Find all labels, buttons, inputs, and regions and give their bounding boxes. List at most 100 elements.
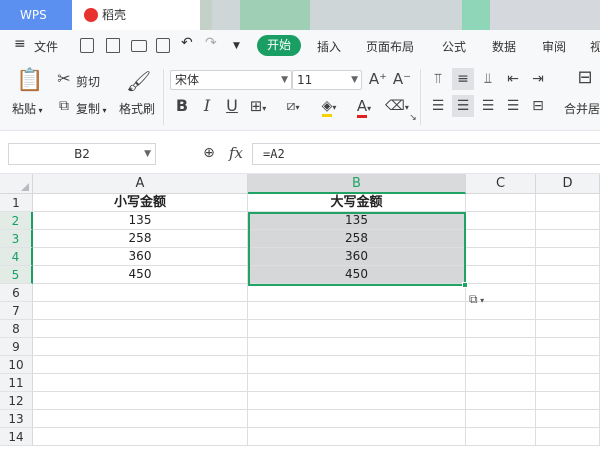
column-header-d[interactable]: D <box>536 174 600 194</box>
align-left-icon[interactable]: ☰ <box>428 97 448 115</box>
cell-a7[interactable] <box>33 302 248 320</box>
borders-icon[interactable]: ⊞▾ <box>248 97 268 118</box>
cell-b3[interactable]: 258 <box>248 230 466 248</box>
column-header-a[interactable]: A <box>33 174 248 194</box>
decrease-font-icon[interactable]: A⁻ <box>392 70 412 88</box>
cell-c9[interactable] <box>466 338 536 356</box>
cell-b13[interactable] <box>248 410 466 428</box>
row-header-10[interactable]: 10 <box>0 356 33 374</box>
tab-page-layout[interactable]: 页面布局 <box>366 38 414 55</box>
tab-wps[interactable]: WPS <box>0 0 72 30</box>
tab-view[interactable]: 视 <box>590 38 600 55</box>
cell-b8[interactable] <box>248 320 466 338</box>
cell-d3[interactable] <box>536 230 600 248</box>
cell-d13[interactable] <box>536 410 600 428</box>
align-center-icon[interactable]: ☰ <box>452 95 474 117</box>
cell-a11[interactable] <box>33 374 248 392</box>
copy-icon[interactable]: ⧉ <box>55 97 73 115</box>
cell-d10[interactable] <box>536 356 600 374</box>
cell-a8[interactable] <box>33 320 248 338</box>
cell-b1[interactable]: 大写金额 <box>248 194 466 212</box>
menu-file[interactable]: 文件 <box>34 38 58 55</box>
cell-d5[interactable] <box>536 266 600 284</box>
zoom-lookup-icon[interactable]: ⊕ <box>200 144 218 162</box>
distributed-align-icon[interactable]: ⊟ <box>528 97 548 115</box>
paste-options-button[interactable]: ⧉ ▾ <box>469 292 499 310</box>
cell-b6[interactable] <box>248 284 466 302</box>
justify-icon[interactable]: ☰ <box>503 97 523 115</box>
name-box[interactable]: B2 ▼ <box>8 143 156 165</box>
cell-c11[interactable] <box>466 374 536 392</box>
cell-c1[interactable] <box>466 194 536 212</box>
column-header-b[interactable]: B <box>248 174 466 194</box>
undo-icon[interactable]: ↶ <box>181 35 193 51</box>
row-header-7[interactable]: 7 <box>0 302 33 320</box>
cell-c8[interactable] <box>466 320 536 338</box>
cell-a2[interactable]: 135 <box>33 212 248 230</box>
cell-b14[interactable] <box>248 428 466 446</box>
row-header-9[interactable]: 9 <box>0 338 33 356</box>
font-name-select[interactable]: 宋体 ▼ <box>170 70 292 90</box>
copy-button[interactable]: 复制 ▾ <box>76 100 107 117</box>
cell-b2[interactable]: 135 <box>248 212 466 230</box>
cell-d11[interactable] <box>536 374 600 392</box>
cell-d8[interactable] <box>536 320 600 338</box>
quick-access-dropdown-icon[interactable]: ▼ <box>233 41 240 51</box>
fill-color-icon[interactable]: ◈▾ <box>316 97 342 117</box>
cell-d6[interactable] <box>536 284 600 302</box>
cell-d4[interactable] <box>536 248 600 266</box>
row-header-8[interactable]: 8 <box>0 320 33 338</box>
cell-a6[interactable] <box>33 284 248 302</box>
clear-format-icon[interactable]: ⌫▾ <box>385 97 409 117</box>
tab-daoke[interactable]: 稻壳 <box>72 0 200 30</box>
tab-data[interactable]: 数据 <box>492 38 516 55</box>
cell-b9[interactable] <box>248 338 466 356</box>
select-all-corner[interactable] <box>0 174 33 194</box>
italic-icon[interactable]: I <box>199 97 215 115</box>
cell-a5[interactable]: 450 <box>33 266 248 284</box>
cell-b10[interactable] <box>248 356 466 374</box>
cell-b12[interactable] <box>248 392 466 410</box>
insert-function-icon[interactable]: fx <box>226 144 246 162</box>
tab-insert[interactable]: 插入 <box>317 38 341 55</box>
scissors-icon[interactable]: ✂ <box>55 70 73 88</box>
cell-d12[interactable] <box>536 392 600 410</box>
cell-a9[interactable] <box>33 338 248 356</box>
cell-d7[interactable] <box>536 302 600 320</box>
merge-center-icon[interactable]: ⊟ <box>572 69 598 87</box>
font-size-select[interactable]: 11 ▼ <box>292 70 362 90</box>
fill-handle[interactable] <box>462 282 468 288</box>
format-painter-button[interactable]: 格式刷 <box>119 100 155 117</box>
align-middle-icon[interactable]: ≡ <box>452 68 474 90</box>
align-top-icon[interactable]: ⫪ <box>428 70 448 88</box>
print-icon[interactable] <box>131 40 147 52</box>
cell-d14[interactable] <box>536 428 600 446</box>
cell-b7[interactable] <box>248 302 466 320</box>
column-header-c[interactable]: C <box>466 174 536 194</box>
format-painter-icon[interactable]: 🖌 <box>126 67 151 95</box>
row-header-12[interactable]: 12 <box>0 392 33 410</box>
save-icon[interactable] <box>80 38 94 53</box>
cell-d1[interactable] <box>536 194 600 212</box>
decrease-indent-icon[interactable]: ⇤ <box>503 70 523 88</box>
cut-button[interactable]: 剪切 <box>76 73 100 90</box>
font-dialog-launcher-icon[interactable]: ↘ <box>408 109 418 127</box>
cell-a13[interactable] <box>33 410 248 428</box>
cell-c3[interactable] <box>466 230 536 248</box>
redo-icon[interactable]: ↷ <box>205 35 217 51</box>
cell-c4[interactable] <box>466 248 536 266</box>
cell-c10[interactable] <box>466 356 536 374</box>
cell-d9[interactable] <box>536 338 600 356</box>
export-icon[interactable] <box>106 38 120 53</box>
border-style-icon[interactable]: ⧄▾ <box>282 97 304 117</box>
cell-a3[interactable]: 258 <box>33 230 248 248</box>
cell-d2[interactable] <box>536 212 600 230</box>
cell-a4[interactable]: 360 <box>33 248 248 266</box>
row-header-2[interactable]: 2 <box>0 212 33 230</box>
row-header-14[interactable]: 14 <box>0 428 33 446</box>
increase-font-icon[interactable]: A⁺ <box>368 70 388 88</box>
cell-a10[interactable] <box>33 356 248 374</box>
paste-icon[interactable]: 📋 <box>16 67 43 95</box>
cell-a1[interactable]: 小写金额 <box>33 194 248 212</box>
underline-icon[interactable]: U <box>224 97 240 115</box>
